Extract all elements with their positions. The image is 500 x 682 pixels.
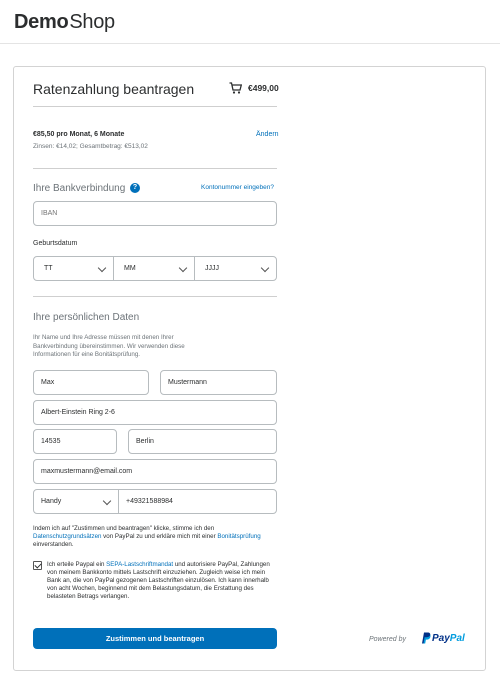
personal-section-heading: Ihre persönlichen Daten: [33, 312, 140, 323]
email-field[interactable]: maxmustermann@email.com: [33, 459, 277, 484]
page-title: Ratenzahlung beantragen: [33, 81, 195, 97]
birth-year-select[interactable]: JJJJ: [194, 256, 277, 281]
last-name-field[interactable]: Mustermann: [160, 370, 277, 395]
birthdate-label: Geburtsdatum: [33, 240, 78, 247]
powered-by-text: Powered by: [369, 636, 406, 643]
city-field[interactable]: Berlin: [128, 429, 277, 454]
birth-month-value: MM: [124, 265, 136, 272]
iban-input[interactable]: [33, 201, 277, 226]
paypal-icon: [422, 632, 431, 644]
mandate-text-1: Ich erteile Paypal ein: [47, 561, 107, 568]
birth-day-value: TT: [44, 265, 53, 272]
first-name-field[interactable]: Max: [33, 370, 149, 395]
chevron-down-icon: [178, 263, 188, 273]
change-plan-link[interactable]: Ändern: [256, 131, 279, 138]
logo-bold-text: Demo: [14, 11, 69, 33]
bank-section-heading: Ihre Bankverbindung: [33, 183, 126, 194]
divider: [33, 296, 277, 297]
phone-field[interactable]: +49321588984: [118, 489, 277, 514]
question-icon[interactable]: ?: [130, 183, 140, 193]
cart-icon: [229, 82, 242, 94]
birth-day-select[interactable]: TT: [33, 256, 114, 281]
consent-text: Indem ich auf "Zustimmen und beantragen"…: [33, 525, 273, 549]
paypal-logo: PayPal: [432, 633, 465, 644]
birth-month-select[interactable]: MM: [113, 256, 195, 281]
birth-year-value: JJJJ: [205, 265, 219, 272]
street-field[interactable]: Albert-Einstein Ring 2-6: [33, 400, 277, 425]
chevron-down-icon: [97, 263, 107, 273]
paypal-pay-text: Pay: [432, 633, 450, 644]
chevron-down-icon: [102, 496, 112, 506]
top-bar: DemoShop: [0, 0, 500, 44]
shop-logo[interactable]: DemoShop: [14, 11, 115, 34]
consent-text-1: Indem ich auf "Zustimmen und beantragen"…: [33, 525, 215, 532]
order-amount: €499,00: [248, 83, 279, 93]
interest-info: Zinsen: €14,02; Gesamtbetrag: €513,02: [33, 143, 148, 150]
mandate-text: Ich erteile Paypal ein SEPA-Lastschriftm…: [47, 561, 277, 601]
logo-light-text: Shop: [69, 11, 115, 33]
phone-type-select[interactable]: Handy: [33, 489, 119, 514]
paypal-pal-text: Pal: [449, 633, 465, 644]
credit-check-link[interactable]: Bonitätsprüfung: [217, 533, 260, 540]
phone-type-value: Handy: [41, 498, 62, 505]
divider: [33, 168, 277, 169]
privacy-link[interactable]: Datenschutzgrundsätzen: [33, 533, 101, 540]
sepa-mandate-link[interactable]: SEPA-Lastschriftmandat: [106, 561, 173, 568]
submit-button[interactable]: Zustimmen und beantragen: [33, 628, 277, 649]
divider: [33, 106, 277, 107]
installment-plan: €85,50 pro Monat, 6 Monate: [33, 131, 125, 138]
account-number-link[interactable]: Kontonummer eingeben?: [201, 184, 274, 191]
chevron-down-icon: [260, 263, 270, 273]
personal-info-text: Ihr Name und Ihre Adresse müssen mit den…: [33, 334, 185, 358]
consent-text-3: einverstanden.: [33, 541, 74, 548]
consent-text-2: von PayPal zu und erkläre mich mit einer: [101, 533, 218, 540]
zip-field[interactable]: 14535: [33, 429, 117, 454]
mandate-checkbox[interactable]: [33, 561, 42, 570]
